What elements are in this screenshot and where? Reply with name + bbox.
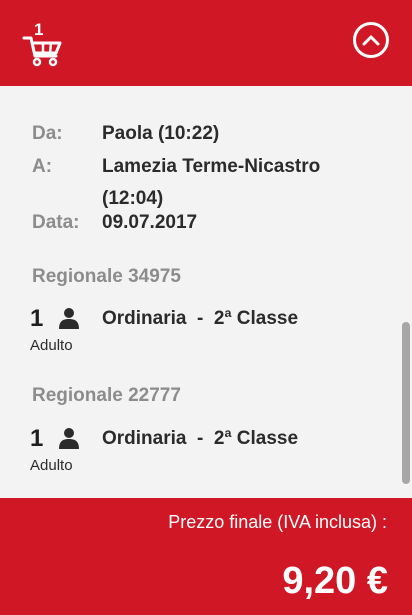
to-value-line2: (12:04) — [102, 188, 164, 209]
scrollbar-thumb[interactable] — [402, 322, 410, 484]
to-label: A: — [32, 156, 53, 177]
fare-description: Ordinaria - 2ª Classe — [102, 308, 299, 329]
cart-header: 1 — [0, 0, 412, 86]
passenger-type: Adulto — [30, 457, 73, 474]
shopping-cart-icon — [22, 36, 62, 67]
train-number: Regionale 22777 — [32, 385, 181, 406]
cart-details-panel: Da: Paola (10:22) A: Lamezia Terme-Nicas… — [0, 86, 412, 498]
to-value-line1: Lamezia Terme-Nicastro — [102, 156, 321, 177]
from-value: Paola (10:22) — [102, 123, 220, 144]
passenger-quantity: 1 — [30, 425, 44, 452]
date-label: Data: — [32, 212, 80, 233]
fare-description: Ordinaria - 2ª Classe — [102, 428, 299, 449]
total-price: 9,20 € — [282, 560, 388, 602]
passenger-quantity: 1 — [30, 305, 44, 332]
train-number: Regionale 34975 — [32, 266, 181, 287]
person-icon — [59, 308, 79, 329]
price-footer: Prezzo finale (IVA inclusa) : 9,20 € — [0, 498, 412, 615]
date-value: 09.07.2017 — [102, 212, 198, 233]
chevron-up-icon — [362, 35, 380, 46]
collapse-button[interactable] — [353, 22, 389, 58]
from-label: Da: — [32, 123, 63, 144]
cart-button[interactable]: 1 — [22, 20, 66, 68]
person-icon — [59, 428, 79, 449]
passenger-type: Adulto — [30, 337, 73, 354]
price-label: Prezzo finale (IVA inclusa) : — [168, 512, 387, 532]
